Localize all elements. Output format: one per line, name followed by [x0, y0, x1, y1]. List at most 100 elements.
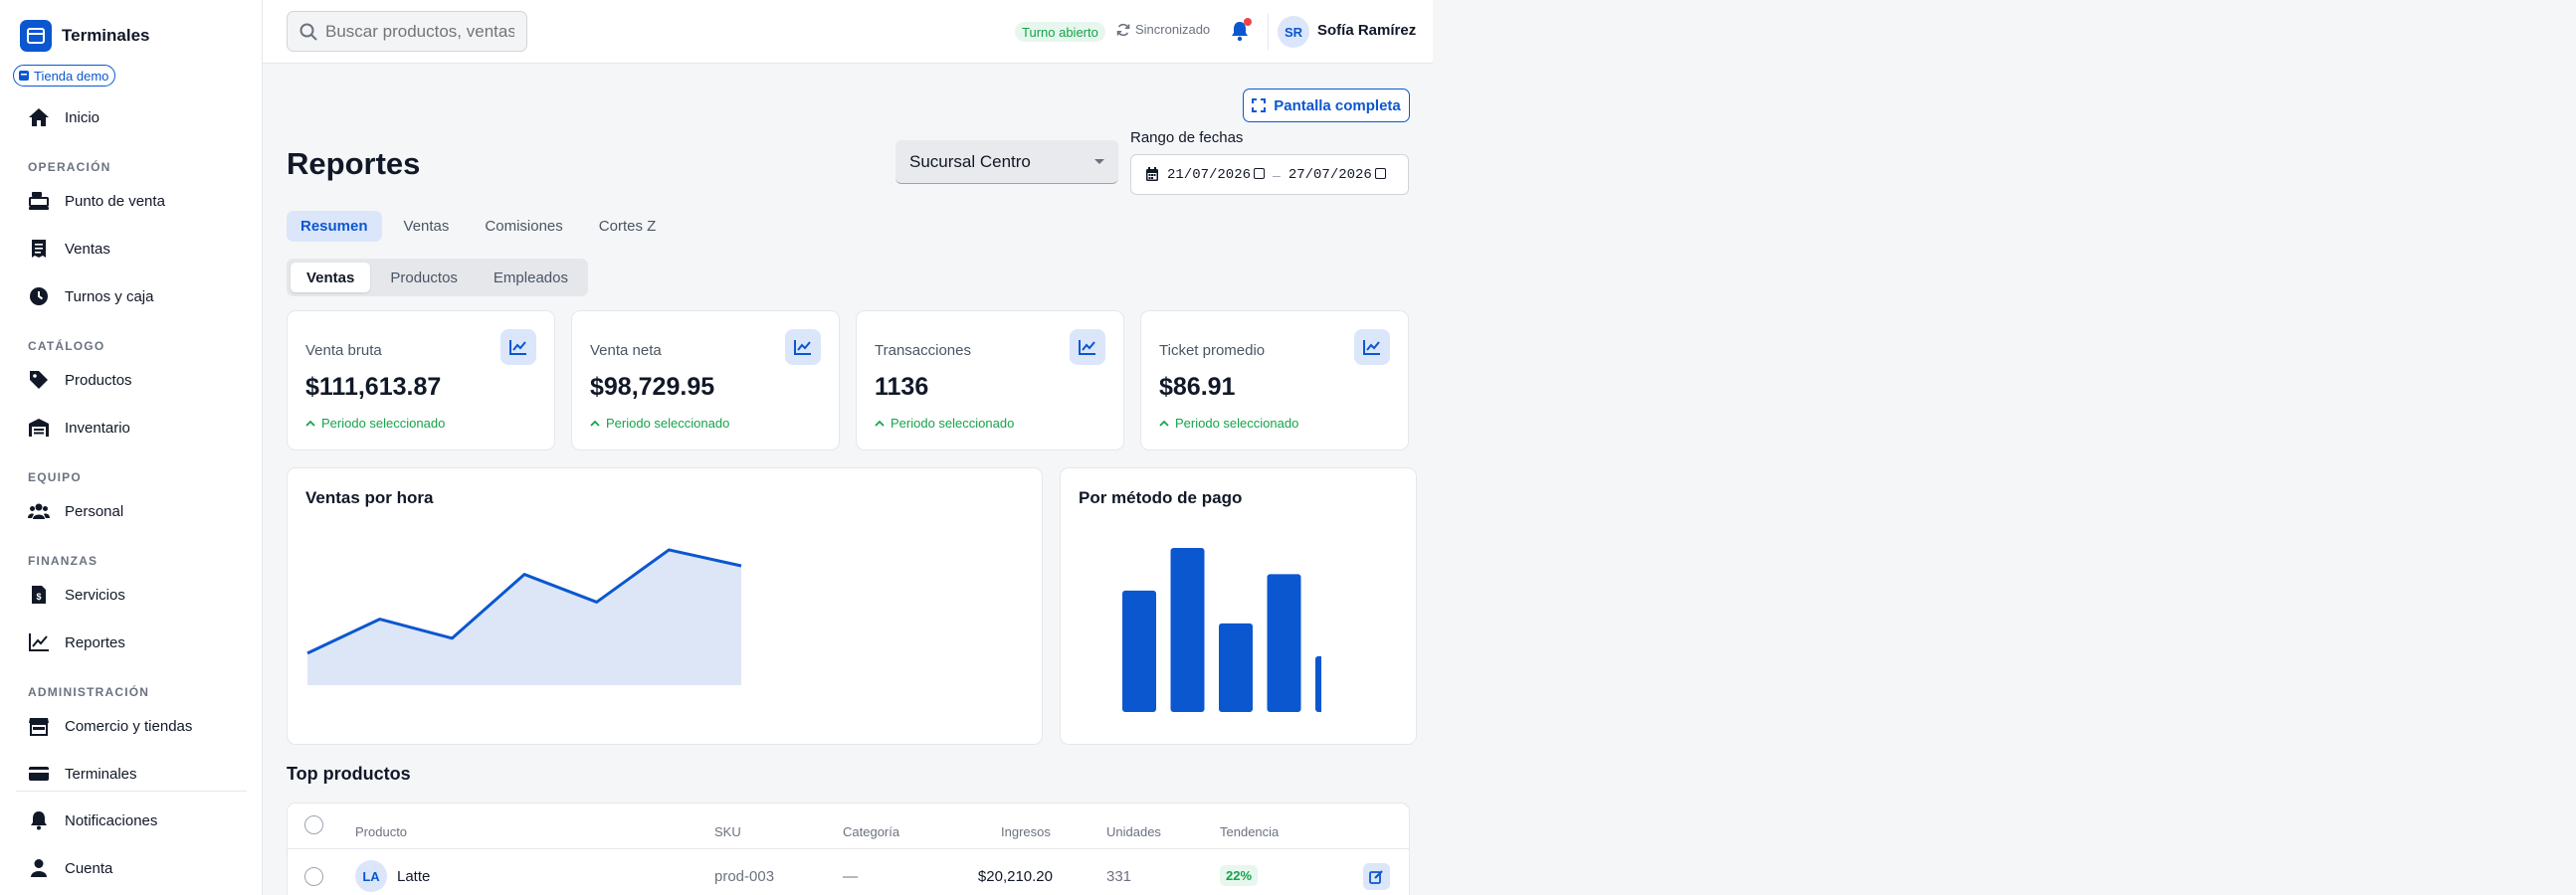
- product-sku: prod-003: [714, 868, 775, 885]
- date-from-field[interactable]: 21/07/2026: [1167, 167, 1266, 183]
- column-header-sku[interactable]: SKU: [714, 824, 741, 839]
- sidebar-item-reportes[interactable]: Reportes: [28, 629, 125, 655]
- chevron-up-icon: [875, 420, 885, 427]
- chevron-up-icon: [590, 420, 600, 427]
- user-name[interactable]: Sofía Ramírez: [1317, 22, 1416, 39]
- clock-icon: [28, 285, 50, 307]
- expand-icon: [1252, 98, 1267, 112]
- sidebar-item-punto-de-venta[interactable]: Punto de venta: [28, 188, 165, 214]
- sidebar-item-cuenta[interactable]: Cuenta: [28, 855, 112, 881]
- sidebar-item-label: Personal: [65, 502, 124, 520]
- segment-productos[interactable]: Productos: [374, 263, 474, 292]
- credit-card-icon: [28, 763, 50, 785]
- segment-empleados[interactable]: Empleados: [478, 263, 584, 292]
- sync-status[interactable]: Sincronizado: [1116, 22, 1210, 37]
- sidebar-item-notificaciones[interactable]: Notificaciones: [28, 807, 157, 833]
- date-range-label: Rango de fechas: [1130, 129, 1244, 146]
- refresh-icon: [1116, 23, 1130, 36]
- product-category: —: [843, 868, 858, 885]
- shift-status-badge: Turno abierto: [1015, 22, 1105, 42]
- product-units: 331: [1106, 868, 1132, 885]
- column-header-categoria[interactable]: Categoría: [843, 824, 899, 839]
- sidebar-item-ventas[interactable]: Ventas: [28, 236, 110, 262]
- tab-cortes-z[interactable]: Cortes Z: [585, 211, 671, 242]
- store-badge-label: Tienda demo: [34, 68, 109, 84]
- sidebar-item-label: Reportes: [65, 633, 125, 651]
- user-icon: [28, 857, 50, 879]
- sidebar-item-inicio[interactable]: Inicio: [28, 104, 99, 130]
- bar: [1122, 590, 1156, 712]
- date-range-separator: –: [1273, 166, 1281, 183]
- sidebar-item-comercio-y-tiendas[interactable]: Comercio y tiendas: [28, 713, 192, 739]
- product-name: Latte: [397, 868, 431, 885]
- kpi-card-transacciones: Transacciones 1136 Periodo seleccionado: [856, 310, 1124, 450]
- product-avatar: LA: [355, 860, 387, 892]
- notification-dot: [1244, 18, 1252, 26]
- bar: [1267, 574, 1301, 712]
- sidebar-item-inventario[interactable]: Inventario: [28, 415, 130, 441]
- calendar-icon[interactable]: [1254, 167, 1266, 179]
- kpi-value: $98,729.95: [590, 373, 715, 401]
- kpi-footer-text: Periodo seleccionado: [891, 416, 1015, 431]
- sidebar-item-productos[interactable]: Productos: [28, 367, 132, 393]
- date-to-field[interactable]: 27/07/2026: [1288, 167, 1386, 183]
- tab-comisiones[interactable]: Comisiones: [471, 211, 576, 242]
- kpi-footer: Periodo seleccionado: [1159, 416, 1298, 431]
- edit-icon: [1369, 870, 1383, 884]
- tab-resumen[interactable]: Resumen: [287, 211, 382, 242]
- topbar-separator: [1268, 14, 1269, 50]
- kpi-value: $86.91: [1159, 373, 1236, 401]
- store-badge[interactable]: Tienda demo: [13, 65, 116, 87]
- branch-select[interactable]: Sucursal Centro: [895, 140, 1118, 184]
- sidebar-item-servicios[interactable]: $ Servicios: [28, 582, 125, 608]
- sidebar-item-terminales[interactable]: Terminales: [28, 761, 137, 787]
- edit-button[interactable]: [1363, 863, 1390, 890]
- warehouse-icon: [28, 417, 50, 439]
- trend-chart-icon: [1070, 329, 1105, 365]
- branch-select-value: Sucursal Centro: [909, 151, 1031, 171]
- kpi-label: Transacciones: [875, 342, 971, 359]
- chart-line-icon: [28, 631, 50, 653]
- report-tabs: Resumen Ventas Comisiones Cortes Z: [287, 211, 670, 242]
- column-header-tendencia[interactable]: Tendencia: [1220, 824, 1279, 839]
- kpi-value: $111,613.87: [305, 373, 442, 401]
- kpi-footer-text: Periodo seleccionado: [1175, 416, 1299, 431]
- sidebar-item-personal[interactable]: Personal: [28, 498, 123, 524]
- fullscreen-button[interactable]: Pantalla completa: [1243, 89, 1410, 122]
- sidebar-item-label: Comercio y tiendas: [65, 717, 193, 735]
- date-range-picker[interactable]: 21/07/2026 – 27/07/2026: [1130, 154, 1409, 195]
- column-header-unidades[interactable]: Unidades: [1106, 824, 1161, 839]
- kpi-label: Venta bruta: [305, 342, 382, 359]
- segmented-control: Ventas Productos Empleados: [287, 259, 588, 296]
- tab-ventas[interactable]: Ventas: [390, 211, 464, 242]
- caret-down-icon: [1094, 159, 1104, 164]
- hourly-sales-title: Ventas por hora: [305, 488, 434, 507]
- store-logo-icon: [20, 20, 52, 52]
- bar: [1170, 548, 1205, 712]
- segment-ventas[interactable]: Ventas: [291, 263, 371, 292]
- payment-method-card: Por método de pago: [1060, 467, 1417, 745]
- sidebar-item-label: Punto de venta: [65, 192, 165, 210]
- search-box[interactable]: [287, 11, 527, 52]
- store-icon: [28, 715, 50, 737]
- kpi-label: Venta neta: [590, 342, 662, 359]
- top-products-table: Producto SKU Categoría Ingresos Unidades…: [287, 803, 1410, 895]
- avatar[interactable]: SR: [1278, 16, 1309, 48]
- section-administracion: ADMINISTRACIÓN: [28, 685, 150, 699]
- kpi-footer: Periodo seleccionado: [305, 416, 445, 431]
- brand[interactable]: Terminales: [20, 20, 150, 52]
- bell-icon: [28, 809, 50, 831]
- row-checkbox[interactable]: [304, 867, 323, 886]
- sidebar-item-turnos-y-caja[interactable]: Turnos y caja: [28, 283, 153, 309]
- kpi-card-venta-bruta: Venta bruta $111,613.87 Periodo seleccio…: [287, 310, 555, 450]
- column-header-producto[interactable]: Producto: [355, 824, 407, 839]
- search-input[interactable]: [325, 21, 514, 42]
- column-header-ingresos[interactable]: Ingresos: [1001, 824, 1051, 839]
- chevron-up-icon: [305, 420, 315, 427]
- select-all-checkbox[interactable]: [304, 815, 323, 834]
- calendar-icon[interactable]: [1374, 167, 1386, 179]
- sidebar-divider: [16, 791, 247, 792]
- top-products-title: Top productos: [287, 764, 411, 784]
- trend-chart-icon: [1354, 329, 1390, 365]
- sidebar-item-label: Terminales: [65, 765, 137, 783]
